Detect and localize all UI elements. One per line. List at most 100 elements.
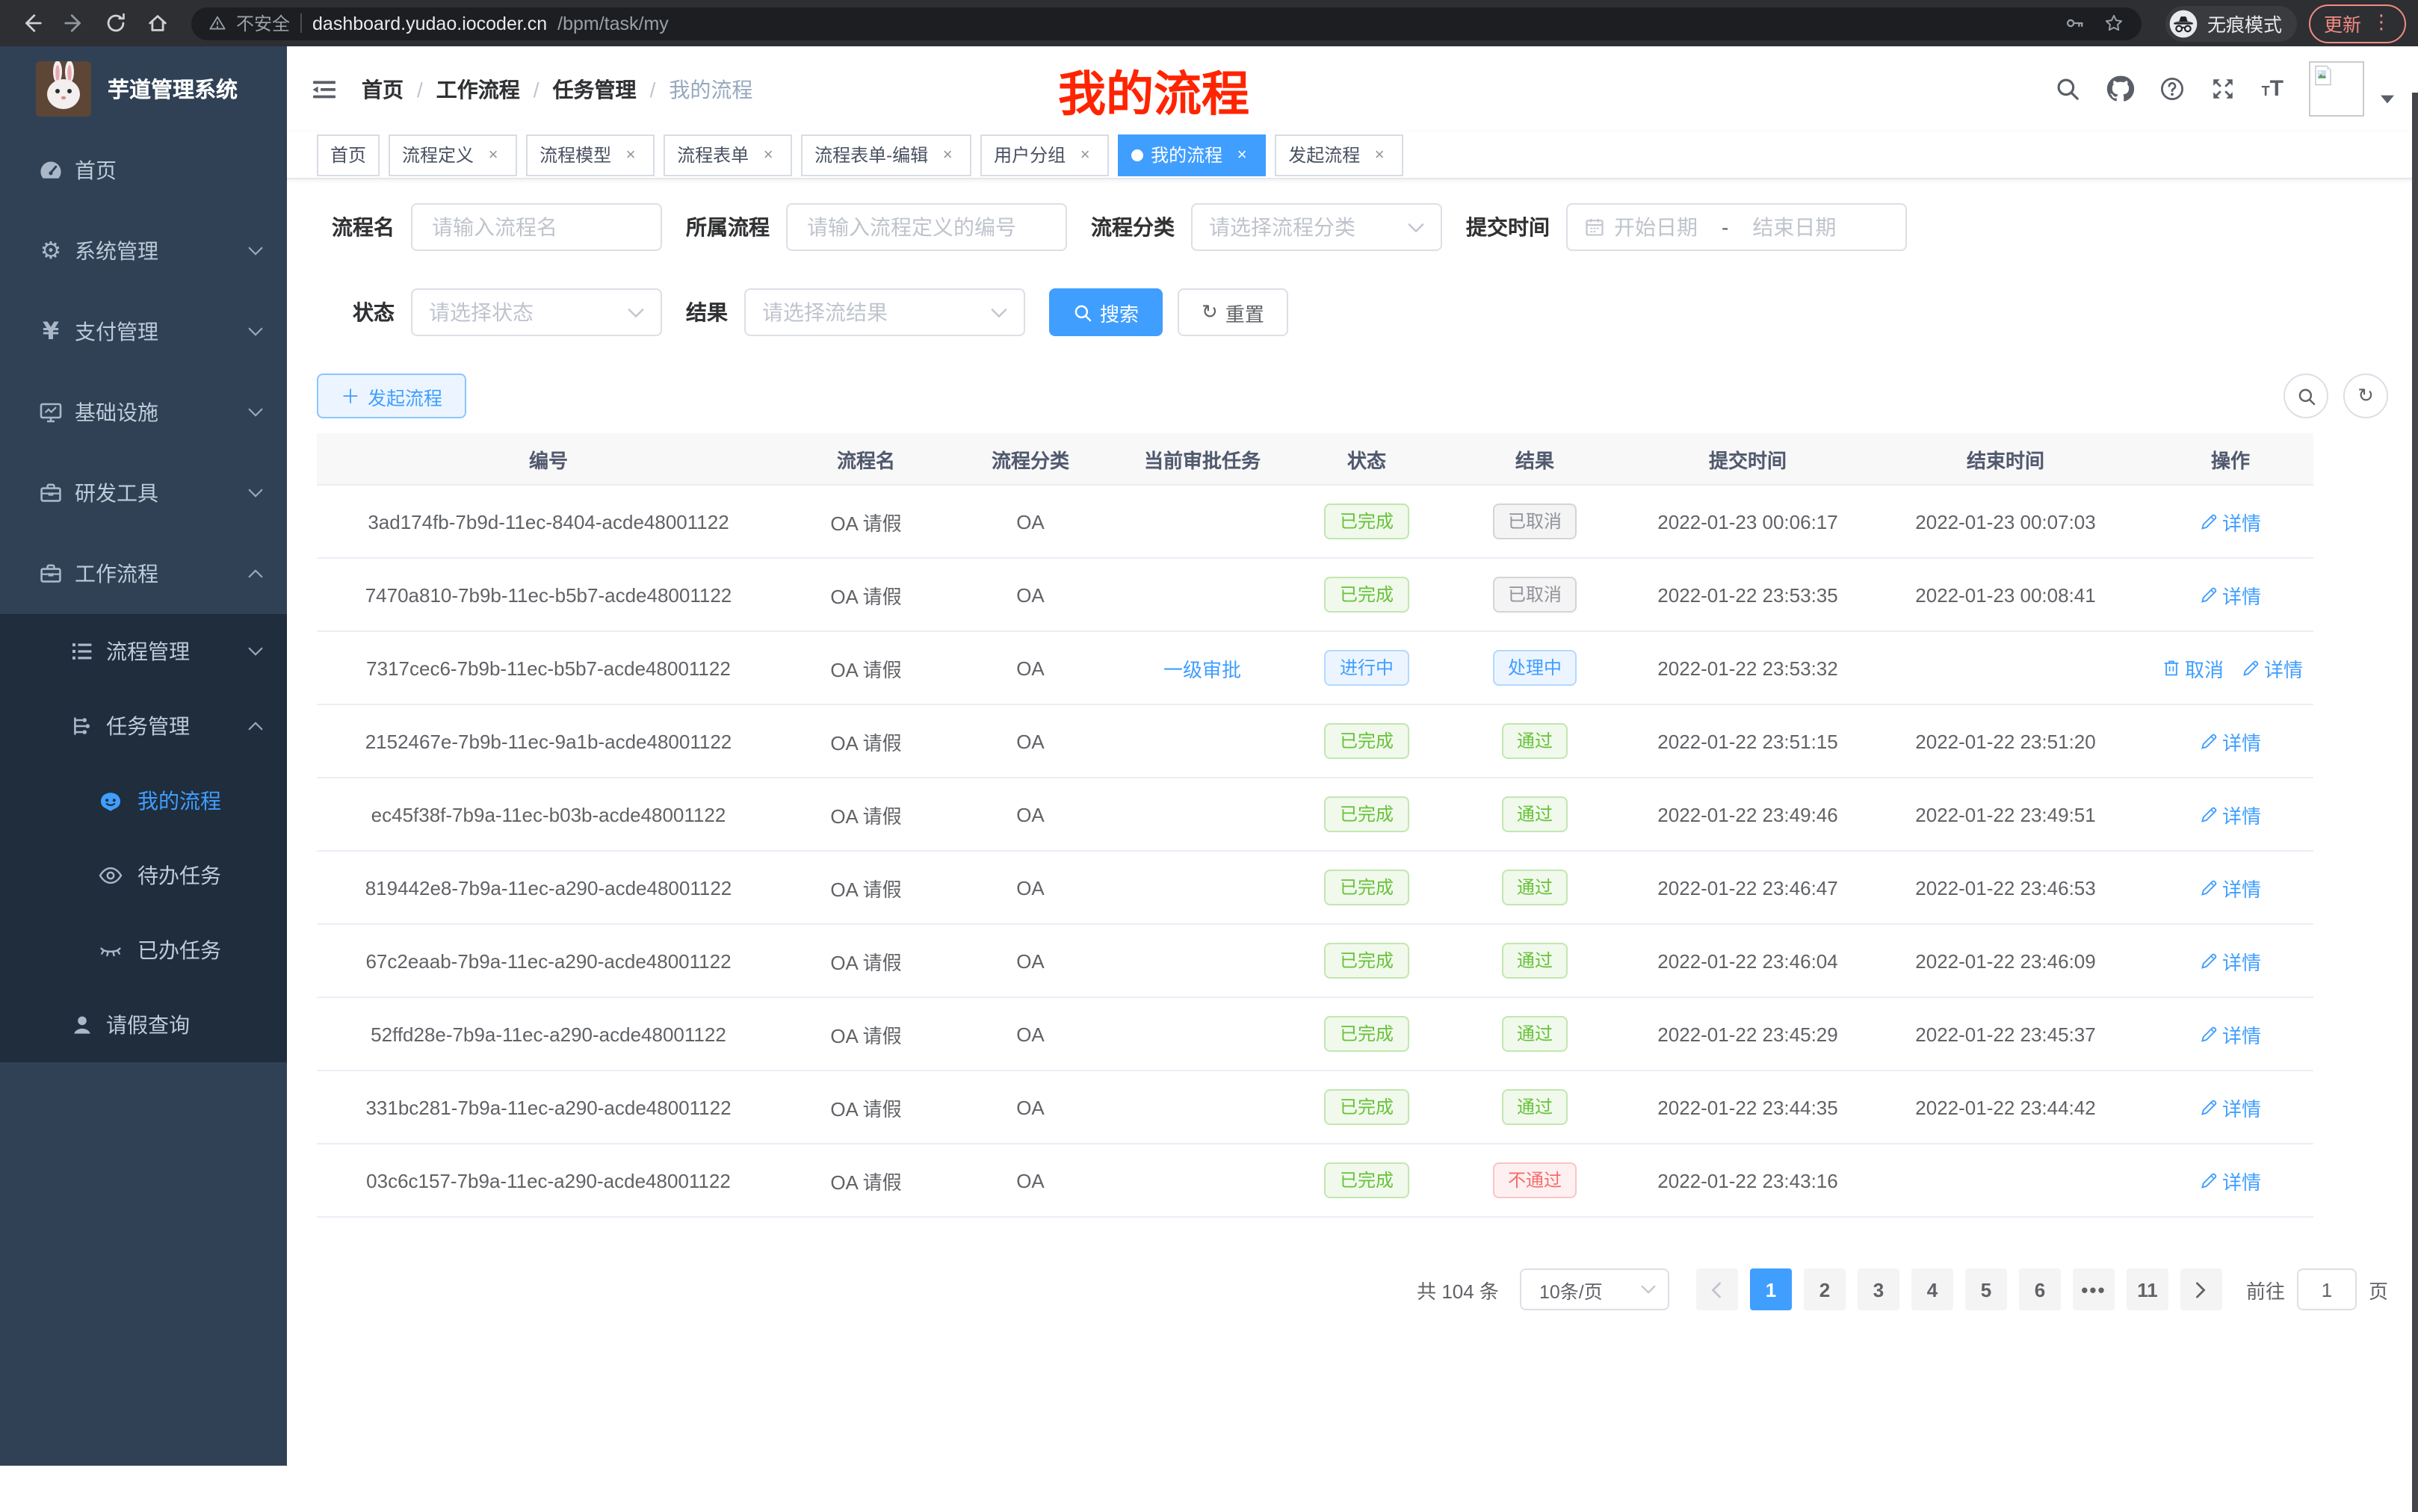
browser-update-button[interactable]: 更新 ⋮ [2309,4,2406,43]
sidebar-item-devtools[interactable]: 研发工具 [0,453,287,533]
detail-action-link[interactable]: 详情 [2200,580,2261,609]
font-size-icon[interactable]: TT [2262,76,2284,102]
browser-back-button[interactable] [12,4,51,43]
tab-close-icon[interactable]: × [483,144,504,165]
help-icon[interactable] [2160,76,2186,102]
result-badge: 通过 [1502,870,1568,905]
page-button-1[interactable]: 1 [1750,1268,1792,1310]
detail-action-link[interactable]: 详情 [2200,873,2261,902]
cell-result: 不通过 [1438,1144,1632,1217]
sidebar-item-task-mgmt[interactable]: 任务管理 [0,689,287,763]
page-button-5[interactable]: 5 [1965,1268,2007,1310]
page-button-11[interactable]: 11 [2127,1268,2168,1310]
page-button-2[interactable]: 2 [1804,1268,1846,1310]
search-button[interactable]: 搜索 [1049,288,1163,336]
start-process-button[interactable]: ＋ 发起流程 [317,374,466,418]
next-page-button[interactable] [2180,1268,2222,1310]
cell-actions: 详情 [2148,924,2313,997]
cell-id: 331bc281-7b9a-11ec-a290-acde48001122 [317,1071,780,1144]
detail-action-link[interactable]: 详情 [2200,727,2261,755]
bookmark-star-icon[interactable] [2104,13,2124,33]
tab-start-process[interactable]: 发起流程× [1275,134,1403,176]
category-select[interactable]: 请选择流程分类 [1191,203,1442,251]
page-button-6[interactable]: 6 [2019,1268,2061,1310]
parent-process-input-field[interactable] [804,214,1049,241]
cell-actions: 详情 [2148,558,2313,631]
breadcrumb-item[interactable]: 首页 [362,74,403,104]
tab-close-icon[interactable]: × [1231,144,1252,165]
navbar-actions: TT [2056,61,2394,117]
search-icon[interactable] [2056,76,2081,102]
tab-close-icon[interactable]: × [620,144,641,165]
status-select[interactable]: 请选择状态 [411,288,662,336]
sidebar-item-todo-tasks[interactable]: 待办任务 [0,838,287,913]
result-select[interactable]: 请选择流结果 [744,288,1025,336]
tab-my-process[interactable]: 我的流程× [1118,134,1266,176]
detail-action-link[interactable]: 详情 [2200,946,2261,975]
cell-category: OA [952,997,1109,1071]
parent-process-input[interactable] [786,203,1067,251]
refresh-table-button[interactable]: ↻ [2343,374,2388,418]
detail-action-link[interactable]: 详情 [2200,507,2261,536]
detail-action-link[interactable]: 详情 [2242,654,2303,682]
cell-submit-time: 2022-01-22 23:49:46 [1632,778,1864,851]
browser-home-button[interactable] [137,4,176,43]
github-icon[interactable] [2106,75,2135,103]
browser-menu-icon[interactable]: ⋮ [2372,12,2391,34]
detail-action-link[interactable]: 详情 [2200,1093,2261,1121]
sidebar-item-workflow[interactable]: 工作流程 [0,533,287,614]
goto-page-input[interactable] [2297,1268,2357,1310]
toggle-search-button[interactable] [2284,374,2328,418]
sidebar-item-infrastructure[interactable]: 基础设施 [0,372,287,453]
sidebar-item-done-tasks[interactable]: 已办任务 [0,913,287,988]
current-task-link[interactable]: 一级审批 [1163,658,1241,681]
sidebar-item-home[interactable]: 首页 [0,130,287,211]
sidebar-item-process-mgmt[interactable]: 流程管理 [0,614,287,689]
tab-close-icon[interactable]: × [1075,144,1095,165]
more-pages-button[interactable]: ••• [2073,1268,2115,1310]
tab-close-icon[interactable]: × [937,144,958,165]
tab-user-group[interactable]: 用户分组× [980,134,1109,176]
sidebar-item-payment[interactable]: ¥支付管理 [0,291,287,372]
sidebar-item-my-process[interactable]: 我的流程 [0,763,287,838]
browser-reload-button[interactable] [96,4,134,43]
detail-action-link[interactable]: 详情 [2200,1020,2261,1048]
tab-process-form[interactable]: 流程表单× [664,134,792,176]
avatar[interactable] [2309,61,2364,117]
scrollbar[interactable] [2412,93,2418,1512]
fullscreen-icon[interactable] [2211,76,2236,102]
table-row: 2152467e-7b9b-11ec-9a1b-acde48001122OA 请… [317,704,2313,778]
user-menu-caret-icon[interactable] [2381,93,2394,106]
result-badge: 不通过 [1493,1162,1577,1198]
tab-home[interactable]: 首页 [317,134,380,176]
tab-close-icon[interactable]: × [758,144,779,165]
cell-id: 7317cec6-7b9b-11ec-b5b7-acde48001122 [317,631,780,704]
submit-time-range-picker[interactable]: 开始日期 - 结束日期 [1566,203,1907,251]
browser-forward-button[interactable] [54,4,93,43]
sidebar-collapse-icon[interactable] [311,75,338,102]
tab-process-definition[interactable]: 流程定义× [389,134,517,176]
tab-process-form-edit[interactable]: 流程表单-编辑× [801,134,971,176]
breadcrumb-item[interactable]: 工作流程 [436,74,520,104]
password-key-icon[interactable] [2065,13,2085,33]
sidebar-item-system[interactable]: ⚙系统管理 [0,211,287,291]
eye-closed-icon [96,938,126,962]
reset-button[interactable]: ↻ 重置 [1178,288,1288,336]
breadcrumb-item[interactable]: 任务管理 [553,74,637,104]
detail-action-link[interactable]: 详情 [2200,800,2261,828]
detail-action-link[interactable]: 详情 [2200,1166,2261,1195]
page-size-select[interactable]: 10条/页 [1520,1268,1669,1310]
process-table: 编号流程名流程分类当前审批任务状态结果提交时间结束时间操作 3ad174fb-7… [317,433,2313,1218]
tab-process-model[interactable]: 流程模型× [526,134,655,176]
logo-row[interactable]: 芋道管理系统 [0,46,287,130]
process-name-input[interactable] [411,203,662,251]
process-name-input-field[interactable] [429,214,644,241]
sidebar-item-leave-query[interactable]: 请假查询 [0,988,287,1062]
tab-close-icon[interactable]: × [1369,144,1390,165]
page-button-3[interactable]: 3 [1858,1268,1899,1310]
cell-status: 已完成 [1296,851,1438,924]
cancel-action-link[interactable]: 取消 [2162,654,2224,682]
page-button-4[interactable]: 4 [1911,1268,1953,1310]
address-bar[interactable]: 不安全 dashboard.yudao.iocoder.cn/bpm/task/… [191,7,2142,40]
cell-name: OA 请假 [780,704,952,778]
